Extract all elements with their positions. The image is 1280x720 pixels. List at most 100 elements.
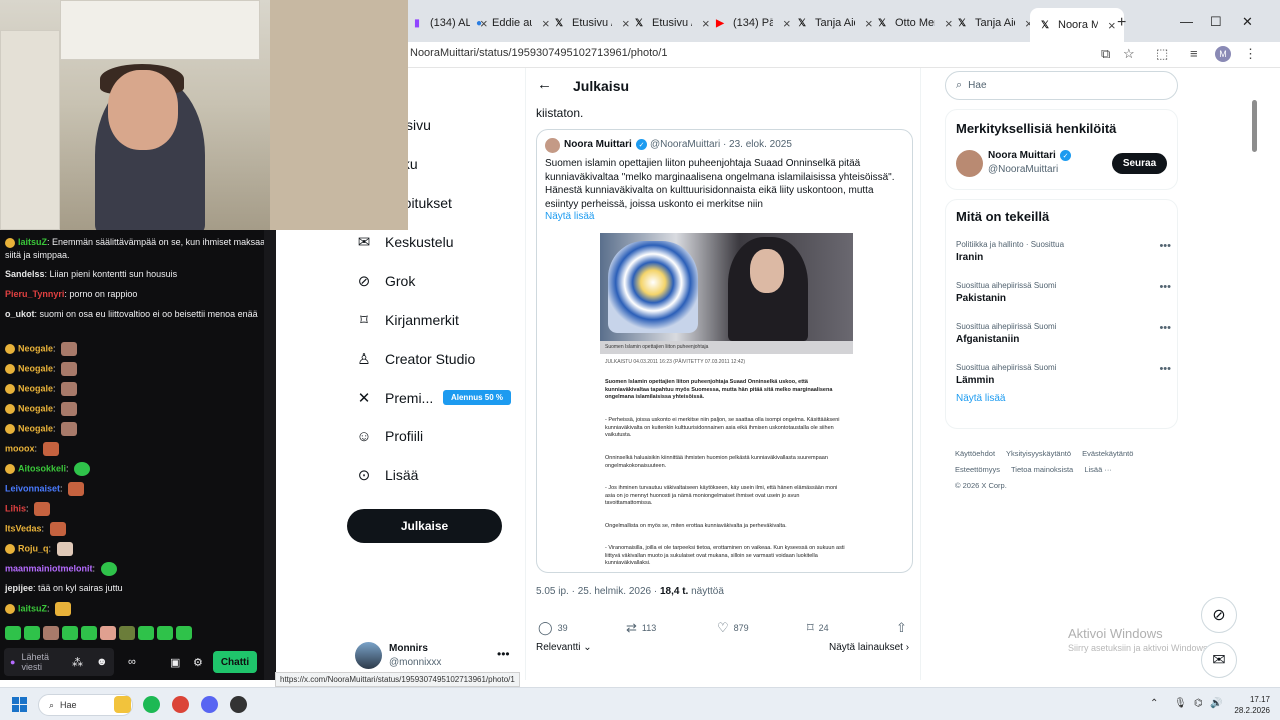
trend-item[interactable]: Suosittua aihepiirissä Suomi Pakistanin ••… [956, 281, 1171, 304]
reply-sort-dropdown[interactable]: Relevantti ⌄ [536, 642, 592, 653]
nav-grok[interactable]: ⊘ Grok [355, 268, 416, 294]
scrollbar[interactable] [1252, 100, 1257, 152]
nav-messages[interactable]: ✉ Keskustelu [355, 229, 454, 255]
spotify-icon[interactable] [143, 696, 160, 713]
network-icon[interactable]: ⌬ [1194, 698, 1203, 709]
nav-bookmarks[interactable]: ⌑ Kirjanmerkit [355, 307, 459, 333]
share-button[interactable]: ⇧ [896, 620, 912, 636]
follow-button[interactable]: Seuraa [1112, 153, 1167, 174]
search-input[interactable]: ⌕ Hae [945, 71, 1178, 100]
footer-link[interactable]: Yksityisyyskäytäntö [1006, 449, 1071, 458]
person-name[interactable]: Noora Muittari [988, 150, 1056, 161]
quoted-post-image[interactable]: Suomen Islamin opettajien liiton puheenj… [600, 233, 853, 572]
chat-message: Lihis: [5, 502, 267, 516]
emote-icon [157, 626, 173, 640]
footer-link[interactable]: Lisää ··· [1084, 465, 1112, 474]
maximize-icon[interactable]: ☐ [1210, 14, 1222, 30]
extensions-icon[interactable]: ⬚ [1156, 46, 1168, 62]
microphone-icon[interactable]: 🎙 [1174, 698, 1187, 709]
star-icon[interactable]: ☆ [1123, 46, 1135, 62]
browser-tab[interactable]: ● Eddie au × [472, 12, 550, 34]
more-icon[interactable]: ••• [1159, 363, 1171, 375]
new-tab-icon[interactable]: + [1117, 14, 1126, 32]
emote-icon [61, 402, 78, 416]
close-tab-icon[interactable]: × [702, 16, 710, 31]
footer-link[interactable]: Esteettömyys [955, 465, 1000, 474]
more-icon[interactable]: ••• [497, 647, 510, 661]
show-more-link[interactable]: Näytä lisää [956, 393, 1005, 404]
gift-icon[interactable]: ▣ [170, 656, 180, 669]
nav-creator-studio[interactable]: ♙ Creator Studio [355, 346, 475, 372]
browser-tab-active[interactable]: 𝕏 Noora M × [1030, 8, 1124, 42]
footer-link[interactable]: Tietoa mainoksista [1011, 465, 1073, 474]
nav-premium[interactable]: ✕ Premi... [355, 385, 434, 411]
trends-panel: Mitä on tekeillä Politiikka ja hallinto … [945, 199, 1178, 429]
show-more-link[interactable]: Näytä lisää [545, 211, 594, 222]
browser-tab[interactable]: 𝕏 Etusivu / × [632, 12, 710, 34]
premium-discount-badge[interactable]: Alennus 50 % [443, 390, 511, 405]
article-paragraph: - Viranomaisilla, joilla ei ole tarpeeks… [605, 545, 845, 567]
channel-points-icon[interactable]: ∞ [128, 656, 136, 668]
view-quotes-link[interactable]: Näytä lainaukset › [829, 642, 909, 653]
volume-icon[interactable]: 🔊 [1210, 698, 1222, 709]
tray-chevron-icon[interactable]: ⌃ [1150, 698, 1158, 709]
avatar[interactable] [956, 150, 983, 177]
person-icon: ☺ [356, 427, 372, 445]
messages-floating-button[interactable]: ✉ [1201, 642, 1237, 678]
chat-send-button[interactable]: Chatti [213, 651, 257, 673]
windows-start-icon[interactable] [12, 697, 27, 712]
emote-icon [34, 502, 51, 516]
footer-link[interactable]: Käyttöehdot [955, 449, 995, 458]
like-button[interactable]: ♡ 879 [717, 620, 749, 636]
back-arrow-icon[interactable]: ← [537, 76, 552, 93]
close-tab-icon[interactable]: × [865, 16, 873, 31]
trend-item[interactable]: Politiikka ja hallinto · Suosittua Iranin… [956, 240, 1171, 263]
close-tab-icon[interactable]: × [945, 16, 953, 31]
trend-item[interactable]: Suosittua aihepiirissä Suomi Lämmin ••• [956, 363, 1171, 386]
browser-profile-avatar[interactable]: M [1215, 46, 1231, 62]
close-tab-icon[interactable]: × [542, 16, 550, 31]
close-tab-icon[interactable]: × [783, 16, 791, 31]
bookmark-button[interactable]: ⌑ 24 [807, 620, 829, 636]
chrome-icon[interactable] [172, 696, 189, 713]
reply-button[interactable]: ◯ 39 [538, 620, 568, 636]
repost-button[interactable]: ⇄ 113 [626, 620, 656, 636]
browser-menu-icon[interactable]: ⋮ [1244, 46, 1257, 62]
emote-icon [176, 626, 192, 640]
emote-picker-icon[interactable]: ☻ [96, 656, 108, 668]
close-tab-icon[interactable]: × [622, 16, 630, 31]
account-switcher[interactable]: Monnirs @monnixxx ••• [355, 642, 515, 670]
more-icon[interactable]: ••• [1159, 281, 1171, 293]
close-window-icon[interactable]: ✕ [1242, 14, 1253, 30]
trend-item[interactable]: Suosittua aihepiirissä Suomi Afganistanii… [956, 322, 1171, 345]
browser-tab[interactable]: 𝕏Tanja Aid× [955, 12, 1033, 34]
translate-icon[interactable]: ⁂ [72, 656, 83, 669]
quoted-post[interactable]: Noora Muittari ✓ @NooraMuittari · 23. el… [536, 129, 913, 573]
grok-floating-button[interactable]: ⊘ [1201, 597, 1237, 633]
more-icon[interactable]: ••• [1159, 322, 1171, 334]
nav-profile[interactable]: ☺ Profiili [355, 423, 423, 449]
footer-link[interactable]: Evästekäytäntö [1082, 449, 1133, 458]
reading-list-icon[interactable]: ≡ [1190, 46, 1198, 61]
browser-tab[interactable]: 𝕏 Etusivu / × [552, 12, 630, 34]
article-date: JULKAISTU 04.03.2011 16:23 (PÄIVITETTY 0… [605, 359, 746, 365]
browser-tab[interactable]: ▶(134) Päi× [713, 12, 791, 34]
badge-icon [5, 464, 15, 474]
browser-tab[interactable]: 𝕏Tanja Aid× [795, 12, 873, 34]
close-tab-icon[interactable]: × [1108, 18, 1116, 33]
install-app-icon[interactable]: ⧉ [1101, 46, 1110, 62]
url-field[interactable]: NooraMuittari/status/1959307495102713961… [410, 47, 667, 59]
settings-icon[interactable]: ⚙ [193, 656, 203, 669]
obs-icon[interactable] [230, 696, 247, 713]
discord-icon[interactable] [201, 696, 218, 713]
emote-icon [100, 626, 116, 640]
minimize-icon[interactable]: — [1180, 14, 1193, 29]
post-button[interactable]: Julkaise [347, 509, 502, 543]
more-icon[interactable]: ••• [1159, 240, 1171, 252]
browser-tab[interactable]: 𝕏 Otto Mer × [875, 12, 953, 34]
youtube-icon: ▶ [716, 17, 724, 29]
microphone-icon[interactable]: ● [10, 657, 15, 667]
nav-more[interactable]: ⊙ Lisää [355, 462, 419, 488]
file-explorer-icon[interactable] [114, 696, 131, 713]
taskbar-clock[interactable]: 17.17 28.2.2026 [1230, 694, 1270, 716]
